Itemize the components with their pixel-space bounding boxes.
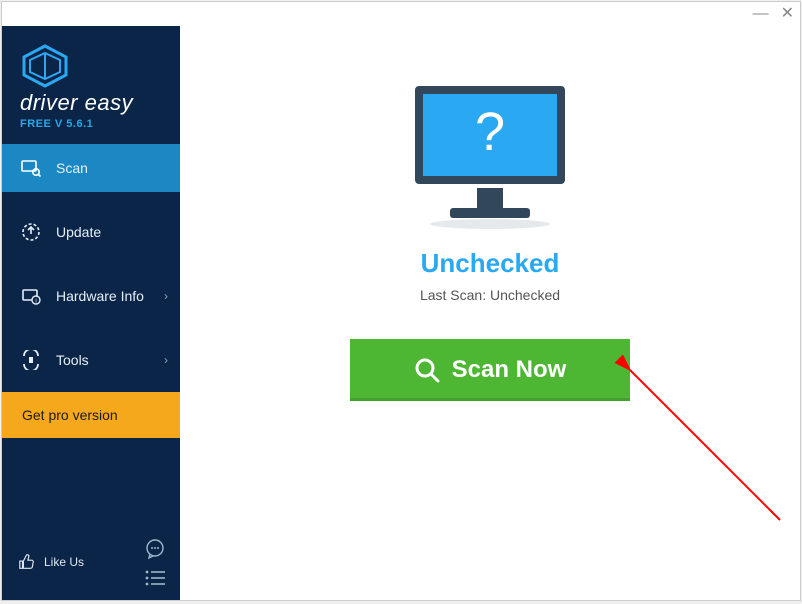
sidebar-item-label: Update xyxy=(56,224,101,240)
main-panel: ? Unchecked Last Scan: Unchecked Scan No… xyxy=(180,26,800,600)
get-pro-label: Get pro version xyxy=(22,407,118,423)
status-title: Unchecked xyxy=(421,248,560,279)
sidebar: driver easy FREE V 5.6.1 Scan Update xyxy=(2,26,180,600)
sidebar-item-tools[interactable]: Tools › xyxy=(2,336,180,384)
nav: Scan Update i Hardware Info › xyxy=(2,144,180,438)
minimize-button[interactable]: — xyxy=(753,6,769,22)
logo-icon xyxy=(20,44,70,88)
sidebar-item-update[interactable]: Update xyxy=(2,208,180,256)
titlebar: — ✕ xyxy=(2,2,800,26)
like-us-button[interactable]: Like Us xyxy=(18,553,84,571)
like-us-label: Like Us xyxy=(44,555,84,569)
monitor-icon: ? xyxy=(405,80,575,230)
annotation-arrow xyxy=(600,346,800,546)
svg-text:i: i xyxy=(35,299,36,305)
logo-area: driver easy FREE V 5.6.1 xyxy=(2,26,180,144)
feedback-icon[interactable] xyxy=(144,538,166,560)
sidebar-item-scan[interactable]: Scan xyxy=(2,144,180,192)
sidebar-item-hardware-info[interactable]: i Hardware Info › xyxy=(2,272,180,320)
scan-icon xyxy=(20,157,42,179)
sidebar-spacer xyxy=(2,438,180,528)
bottom-icons xyxy=(144,538,166,586)
app-window: — ✕ driver easy FREE V 5.6.1 Scan xyxy=(1,1,801,601)
svg-text:?: ? xyxy=(475,102,505,162)
brand-version: FREE V 5.6.1 xyxy=(20,118,168,130)
sidebar-item-label: Tools xyxy=(56,352,89,368)
sidebar-item-label: Scan xyxy=(56,160,88,176)
menu-icon[interactable] xyxy=(144,570,166,586)
brand-name: driver easy xyxy=(20,90,168,116)
status-subtitle: Last Scan: Unchecked xyxy=(420,287,560,303)
search-icon xyxy=(414,357,440,383)
get-pro-button[interactable]: Get pro version xyxy=(2,392,180,438)
chevron-right-icon: › xyxy=(164,353,168,367)
hardware-info-icon: i xyxy=(20,285,42,307)
sidebar-bottom: Like Us xyxy=(2,528,180,600)
close-button[interactable]: ✕ xyxy=(781,6,794,22)
thumbs-up-icon xyxy=(18,553,36,571)
scan-now-label: Scan Now xyxy=(452,356,567,384)
scan-now-button[interactable]: Scan Now xyxy=(350,339,630,401)
tools-icon xyxy=(20,349,42,371)
app-body: driver easy FREE V 5.6.1 Scan Update xyxy=(2,26,800,600)
update-icon xyxy=(20,221,42,243)
sidebar-item-label: Hardware Info xyxy=(56,288,144,304)
chevron-right-icon: › xyxy=(164,289,168,303)
